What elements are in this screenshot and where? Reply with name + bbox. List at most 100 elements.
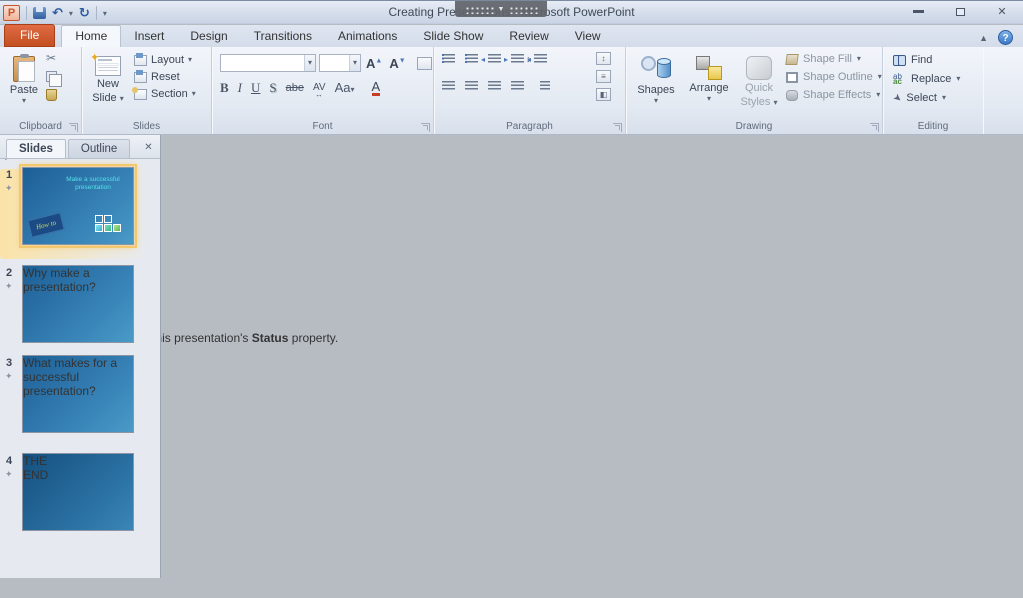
drawing-dialog-launcher[interactable] (870, 123, 879, 132)
tab-insert[interactable]: Insert (121, 26, 177, 47)
clear-formatting-button[interactable] (417, 57, 432, 70)
minimize-button[interactable] (905, 4, 931, 19)
cut-icon[interactable]: ✂ (46, 53, 56, 64)
shrink-font-button[interactable]: A▼ (387, 56, 407, 71)
dropdown-icon: ▾ (876, 92, 880, 98)
slide-thumbnail-row-4: 4 ✦ THEEND (0, 453, 148, 543)
increase-indent-button[interactable] (511, 54, 524, 65)
decrease-indent-button[interactable] (488, 54, 501, 65)
change-case-button[interactable]: Aa▾ (335, 80, 355, 96)
panel-drag-handle[interactable]: ▼ (455, 1, 547, 17)
align-center-button[interactable] (465, 81, 478, 92)
tab-outline[interactable]: Outline (68, 139, 130, 158)
replace-button[interactable]: abac Replace ▾ (893, 73, 960, 85)
dropdown-icon[interactable]: ▾ (349, 55, 360, 71)
copy-icon[interactable] (46, 71, 57, 82)
dropdown-icon: ▾ (942, 95, 946, 101)
shape-effects-icon (786, 90, 798, 101)
line-spacing-button[interactable] (534, 54, 547, 65)
group-label-paragraph: Paragraph (434, 121, 625, 132)
close-button[interactable]: ✕ (989, 4, 1015, 19)
replace-icon: abac (893, 74, 906, 84)
justify-button[interactable] (511, 81, 524, 92)
ribbon-tab-row: File Home Insert Design Transitions Anim… (0, 25, 1023, 47)
font-name-combobox[interactable]: ▾ (220, 54, 316, 72)
slide-4-thumbnail[interactable]: THEEND (22, 453, 134, 531)
text-shadow-button[interactable]: S (269, 80, 276, 96)
new-slide-label-2: Slide ▾ (92, 92, 124, 104)
reset-button[interactable]: Reset (134, 71, 196, 83)
convert-smartart-button[interactable]: ◧ (596, 88, 611, 101)
paste-label: Paste (10, 84, 38, 96)
shape-outline-label: Shape Outline (803, 71, 873, 83)
tab-file[interactable]: File (4, 24, 55, 47)
section-button[interactable]: Section ▾ (134, 88, 196, 100)
font-color-button[interactable]: A (372, 80, 381, 96)
layout-button[interactable]: Layout ▾ (134, 54, 196, 66)
bullets-button[interactable] (442, 54, 455, 65)
tab-design[interactable]: Design (177, 26, 240, 47)
slide-number: 3 (6, 357, 12, 369)
tab-slides-thumbnails[interactable]: Slides (6, 139, 66, 158)
strikethrough-button[interactable]: abe (286, 80, 304, 96)
section-label: Section (151, 88, 188, 100)
quick-styles-button[interactable]: Quick Styles ▾ (738, 51, 780, 117)
columns-button[interactable] (540, 81, 550, 92)
italic-button[interactable]: I (238, 80, 242, 96)
new-slide-label-1: New (97, 78, 119, 90)
font-size-combobox[interactable]: ▾ (319, 54, 361, 72)
paste-dropdown-icon: ▾ (22, 98, 26, 104)
paragraph-dialog-launcher[interactable] (613, 123, 622, 132)
cube-shape (104, 215, 112, 223)
align-right-button[interactable] (488, 81, 501, 92)
drag-dots-icon (508, 5, 538, 14)
text-direction-button[interactable]: ↕ (596, 52, 611, 65)
slide-2-thumbnail[interactable]: Why make a presentation? (22, 265, 134, 343)
shape-outline-button[interactable]: Shape Outline ▾ (786, 71, 882, 83)
slide-thumbnail-row-3: 3 ✦ What makes for a successful presenta… (0, 355, 148, 445)
drag-dots-icon (464, 5, 494, 14)
align-text-button[interactable]: ≡ (596, 70, 611, 83)
group-label-slides: Slides (82, 121, 211, 132)
collapse-ribbon-icon[interactable]: ▲ (979, 33, 988, 43)
group-font: ▾ ▾ A▲ A▼ B I U S abe AV Aa▾ A Font (212, 47, 434, 134)
find-button[interactable]: Find (893, 54, 960, 66)
group-label-editing: Editing (883, 121, 983, 132)
slide-3-thumbnail[interactable]: What makes for a successful presentation… (22, 355, 134, 433)
group-clipboard: Paste ▾ ✂ Clipboard (0, 47, 82, 134)
shape-fill-button[interactable]: Shape Fill ▾ (786, 53, 882, 65)
arrange-button[interactable]: Arrange ▾ (684, 51, 734, 117)
tab-slide-show[interactable]: Slide Show (410, 26, 496, 47)
font-dialog-launcher[interactable] (421, 123, 430, 132)
tab-home[interactable]: Home (61, 25, 121, 47)
shapes-button[interactable]: Shapes ▾ (634, 51, 678, 117)
clipboard-dialog-launcher[interactable] (69, 123, 78, 132)
help-button[interactable]: ? (998, 30, 1013, 45)
slide-number: 1 (6, 169, 12, 181)
bold-button[interactable]: B (220, 80, 229, 96)
select-button[interactable]: ➤ Select ▾ (893, 92, 960, 104)
shape-effects-button[interactable]: Shape Effects ▾ (786, 89, 882, 101)
thumb-title: Make a successful presentation (58, 176, 128, 192)
dropdown-icon: ▾ (707, 96, 711, 102)
dropdown-icon[interactable]: ▾ (304, 55, 315, 71)
layout-label: Layout (151, 54, 184, 66)
restore-button[interactable] (947, 4, 973, 19)
paste-button[interactable]: Paste ▾ (5, 51, 43, 117)
tab-review[interactable]: Review (496, 26, 561, 47)
close-slides-panel-icon[interactable]: ✕ (141, 140, 156, 155)
tab-transitions[interactable]: Transitions (241, 26, 325, 47)
character-spacing-button[interactable]: AV (313, 80, 326, 96)
slide-1-thumbnail[interactable]: Make a successful presentation How to (22, 167, 134, 245)
arrange-label: Arrange (689, 82, 728, 94)
tab-view[interactable]: View (562, 26, 614, 47)
align-left-button[interactable] (442, 81, 455, 92)
numbering-button[interactable] (465, 54, 478, 65)
arrange-icon (696, 56, 722, 80)
grow-font-button[interactable]: A▲ (364, 56, 384, 71)
underline-button[interactable]: U (251, 80, 260, 96)
tab-animations[interactable]: Animations (325, 26, 410, 47)
paste-icon (13, 56, 35, 82)
format-painter-icon[interactable] (46, 89, 57, 101)
new-slide-button[interactable]: ✦ New Slide ▾ (86, 51, 130, 117)
